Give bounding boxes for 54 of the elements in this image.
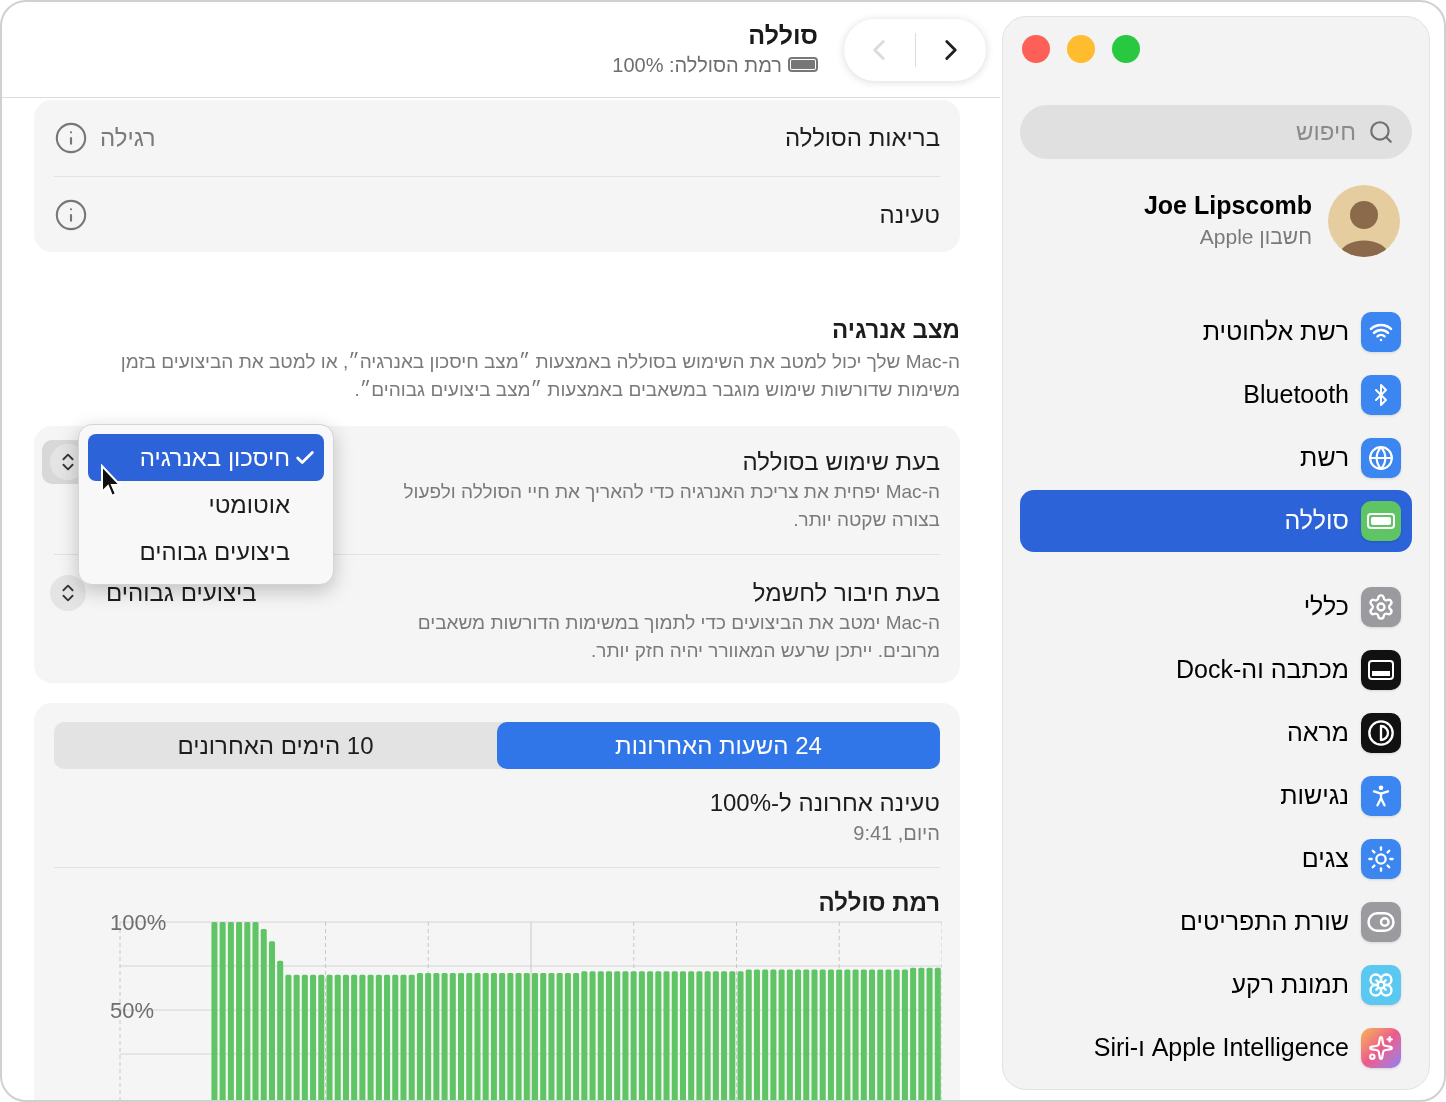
menubar-icon <box>1361 902 1401 942</box>
wallpaper-icon <box>1361 965 1401 1005</box>
sidebar-item[interactable]: Apple Intelligence ו-Siri <box>1020 1017 1412 1079</box>
info-icon[interactable] <box>54 197 88 232</box>
mouse-pointer-icon <box>100 464 124 500</box>
menu-item[interactable]: חיסכון באנרגיה <box>88 434 324 481</box>
sidebar-item[interactable]: שורת התפריטים <box>1020 891 1412 953</box>
close-button[interactable] <box>1022 35 1050 63</box>
last-charge-title: טעינה אחרונה ל-100% <box>708 788 940 818</box>
sidebar-item[interactable]: מכתבה וה-Dock <box>1020 639 1412 701</box>
sidebar-item[interactable]: רשת אלחוטית <box>1020 301 1412 363</box>
battery-level-text: רמת הסוללה: 100% <box>612 52 782 78</box>
setting-label: בעת שימוש בסוללה <box>742 447 940 477</box>
network-icon <box>1361 438 1401 478</box>
chevron-up-down-icon <box>50 575 86 611</box>
battery-icon <box>788 57 818 72</box>
intelligence-icon <box>1361 1028 1401 1068</box>
row-label: טעינה <box>878 199 940 230</box>
axis-label: 50% <box>110 998 155 1023</box>
bluetooth-icon <box>1361 375 1401 415</box>
sidebar-item[interactable]: Bluetooth <box>1020 364 1412 426</box>
axis-label: 100% <box>110 910 167 935</box>
wifi-icon <box>1361 312 1401 352</box>
tab[interactable]: 24 השעות האחרונות <box>497 722 940 769</box>
setting-description: ה-Mac יפחית את צריכת האנרגיה כדי להאריך את חיי הסוללה ולפעול בצורה שקטה יותר. <box>402 480 940 532</box>
general-icon <box>1361 587 1401 627</box>
info-icon[interactable] <box>54 121 88 155</box>
section-title: מצב אנרגיה <box>831 315 960 345</box>
sidebar-item[interactable]: מראה <box>1020 702 1412 764</box>
row-label: בריאות הסוללה <box>783 123 940 153</box>
battery-icon <box>1361 501 1401 541</box>
window-title: סוללה <box>747 19 818 50</box>
sidebar-item[interactable]: נגישות <box>1020 765 1412 827</box>
dock-icon <box>1361 650 1401 690</box>
sidebar-item[interactable]: צגים <box>1020 828 1412 890</box>
setting-description: ה-Mac ימטב את הביצועים כדי לתמוך במשימות הדורשות משאבים מרובים. ייתכן שרעש המאוורר יהיה חזק יותר. <box>416 611 940 663</box>
account-subtitle: חשבון Apple <box>1198 224 1312 251</box>
sidebar-item[interactable]: תמונת רקע <box>1020 954 1412 1016</box>
tab[interactable]: 10 הימים האחרונים <box>54 722 497 769</box>
appearance-icon <box>1361 713 1401 753</box>
account-name: Joe Lipscomb <box>1143 190 1312 222</box>
search-field[interactable]: חיפוש <box>1020 105 1412 159</box>
last-charge-time: היום, 9:41 <box>852 821 940 846</box>
sidebar-item[interactable]: סוללה <box>1020 490 1412 552</box>
setting-label: בעת חיבור לחשמל <box>752 578 940 608</box>
search-icon <box>1368 119 1394 145</box>
chart-title: רמת סוללה <box>817 888 940 918</box>
sidebar-item[interactable]: רשת <box>1020 427 1412 489</box>
displays-icon <box>1361 839 1401 879</box>
sidebar-item[interactable]: כללי <box>1020 576 1412 638</box>
menu-item[interactable]: אוטומטי <box>88 481 324 528</box>
accessibility-icon <box>1361 776 1401 816</box>
row-value: רגילה <box>100 123 156 153</box>
section-description: ה-Mac שלך יכול למטב את השימוש בסוללה באמצעות ״מצב חיסכון באנרגיה״, או למטב את הביצועים בזמן משימות שדורשות שימוש מוגבר במשאבים באמצעות ״מצב ביצועים גבוהים״. <box>119 350 960 402</box>
